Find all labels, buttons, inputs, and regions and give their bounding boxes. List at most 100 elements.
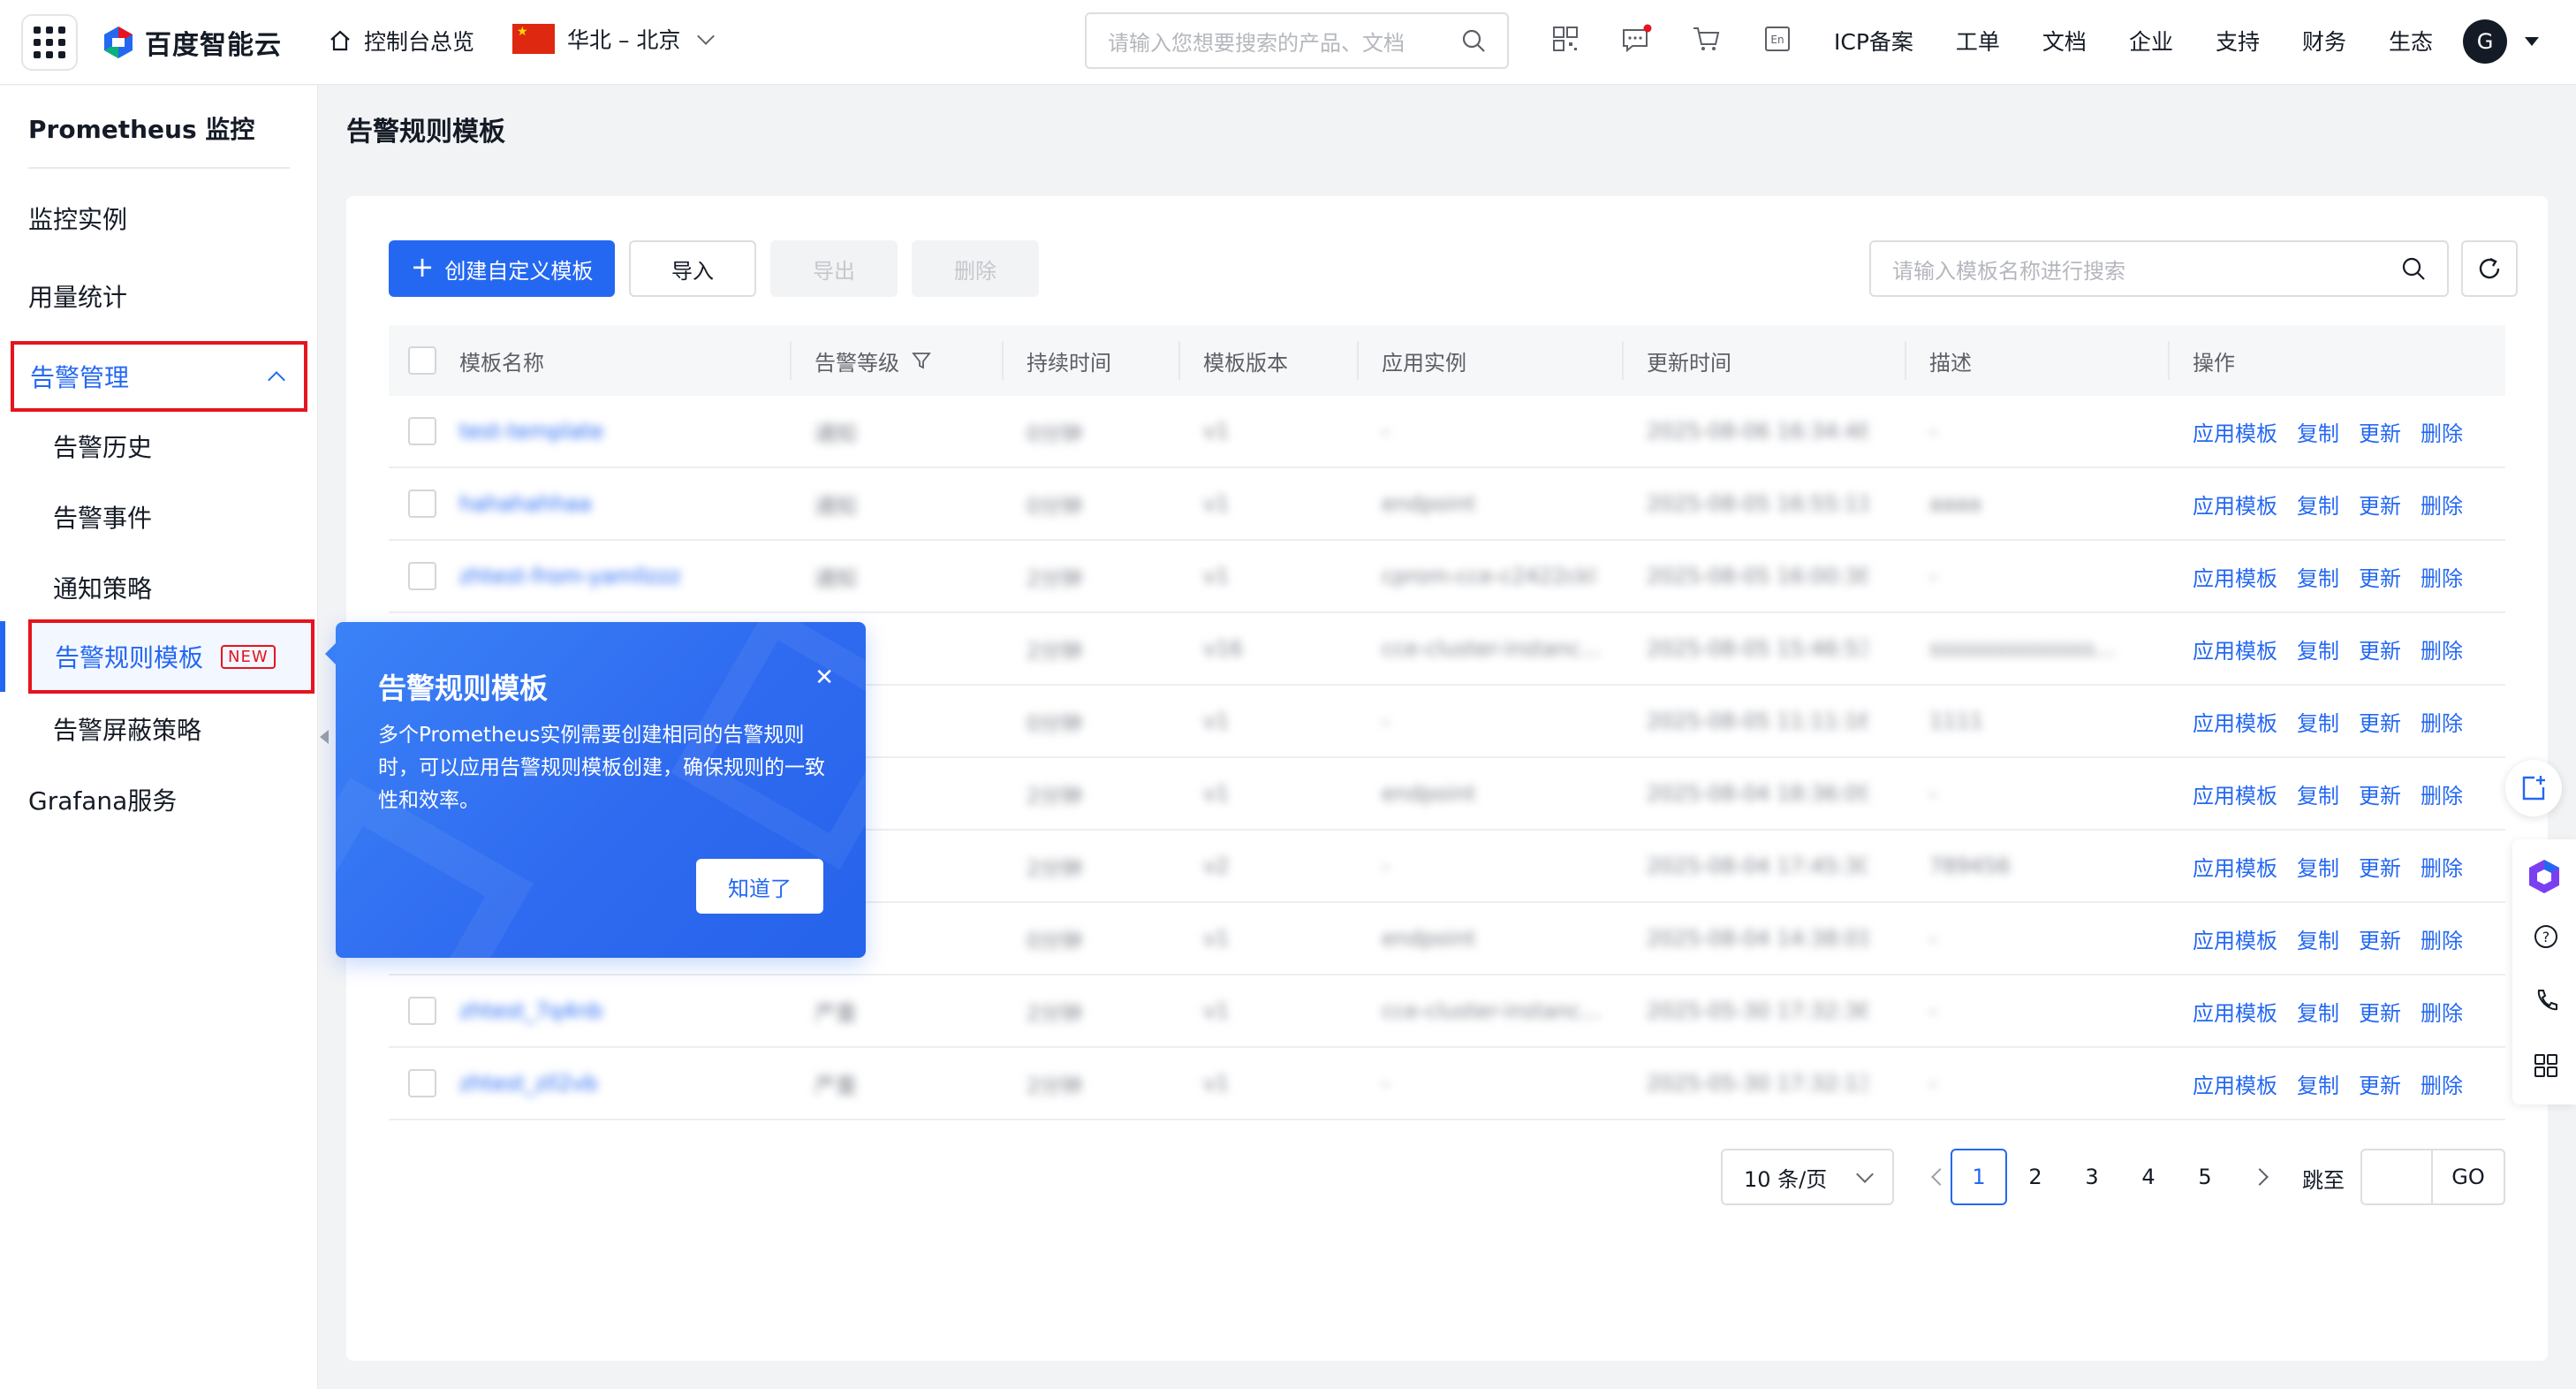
sidebar-item-alert-silence[interactable]: 告警屏蔽策略 bbox=[53, 711, 201, 747]
cell-template-name[interactable]: hahahahhaa bbox=[459, 468, 592, 539]
update-link[interactable]: 更新 bbox=[2359, 851, 2401, 882]
sidebar-item-alert-events[interactable]: 告警事件 bbox=[53, 499, 152, 535]
baidu-cloud-logo[interactable]: 百度智能云 bbox=[101, 21, 282, 64]
sidebar-item-alert-rule-template[interactable]: 告警规则模板 NEW bbox=[28, 619, 314, 694]
update-link[interactable]: 更新 bbox=[2359, 634, 2401, 664]
export-button[interactable]: 导出 bbox=[770, 240, 898, 297]
feedback-button[interactable] bbox=[2505, 760, 2562, 816]
page-button-5[interactable]: 5 bbox=[2177, 1149, 2233, 1205]
copy-link[interactable]: 复制 bbox=[2297, 561, 2339, 592]
popover-got-it-button[interactable]: 知道了 bbox=[696, 859, 823, 914]
import-button[interactable]: 导入 bbox=[629, 240, 756, 297]
delete-link[interactable]: 删除 bbox=[2421, 851, 2463, 882]
close-icon[interactable]: ✕ bbox=[814, 664, 834, 691]
page-button-4[interactable]: 4 bbox=[2120, 1149, 2177, 1205]
row-checkbox[interactable] bbox=[408, 1069, 436, 1097]
delete-link[interactable]: 删除 bbox=[2421, 778, 2463, 809]
sidebar-collapse-icon[interactable] bbox=[320, 730, 329, 744]
message-icon[interactable] bbox=[1620, 23, 1652, 55]
row-checkbox[interactable] bbox=[408, 562, 436, 590]
copy-link[interactable]: 复制 bbox=[2297, 1068, 2339, 1099]
apply-template-link[interactable]: 应用模板 bbox=[2193, 634, 2277, 664]
row-checkbox[interactable] bbox=[408, 490, 436, 518]
copy-link[interactable]: 复制 bbox=[2297, 489, 2339, 520]
apply-template-link[interactable]: 应用模板 bbox=[2193, 1068, 2277, 1099]
global-search-input[interactable]: 请输入您想要搜索的产品、文档 bbox=[1085, 12, 1509, 69]
copy-link[interactable]: 复制 bbox=[2297, 851, 2339, 882]
template-search-input[interactable]: 请输入模板名称进行搜索 bbox=[1869, 240, 2449, 297]
refresh-button[interactable] bbox=[2461, 240, 2518, 297]
caret-down-icon[interactable] bbox=[2525, 37, 2539, 46]
search-icon[interactable] bbox=[1461, 28, 1486, 53]
region-selector[interactable]: 华北 – 北京 bbox=[512, 23, 716, 55]
top-link-ticket[interactable]: 工单 bbox=[1956, 25, 2000, 57]
apply-template-link[interactable]: 应用模板 bbox=[2193, 489, 2277, 520]
update-link[interactable]: 更新 bbox=[2359, 489, 2401, 520]
search-icon[interactable] bbox=[2401, 256, 2426, 281]
apply-template-link[interactable]: 应用模板 bbox=[2193, 923, 2277, 954]
next-page-button[interactable] bbox=[2231, 1149, 2288, 1205]
apply-template-link[interactable]: 应用模板 bbox=[2193, 706, 2277, 737]
batch-delete-button[interactable]: 删除 bbox=[912, 240, 1039, 297]
sidebar-item-notify-policy[interactable]: 通知策略 bbox=[53, 570, 152, 605]
language-icon[interactable]: En bbox=[1762, 23, 1793, 55]
update-link[interactable]: 更新 bbox=[2359, 923, 2401, 954]
phone-icon[interactable] bbox=[2532, 986, 2560, 1014]
sidebar-item-monitor-instances[interactable]: 监控实例 bbox=[28, 201, 127, 236]
app-menu-button[interactable] bbox=[21, 14, 78, 71]
top-link-icp[interactable]: ICP备案 bbox=[1834, 25, 1913, 57]
jump-page-input[interactable] bbox=[2360, 1149, 2431, 1205]
update-link[interactable]: 更新 bbox=[2359, 1068, 2401, 1099]
delete-link[interactable]: 删除 bbox=[2421, 561, 2463, 592]
copy-link[interactable]: 复制 bbox=[2297, 634, 2339, 664]
update-link[interactable]: 更新 bbox=[2359, 996, 2401, 1027]
apply-template-link[interactable]: 应用模板 bbox=[2193, 996, 2277, 1027]
top-link-support[interactable]: 支持 bbox=[2216, 25, 2260, 57]
console-home-link[interactable]: 控制台总览 bbox=[329, 25, 474, 57]
create-template-button[interactable]: + 创建自定义模板 bbox=[389, 240, 615, 297]
apply-template-link[interactable]: 应用模板 bbox=[2193, 778, 2277, 809]
qrcode-icon[interactable] bbox=[1549, 23, 1581, 55]
go-button[interactable]: GO bbox=[2431, 1149, 2505, 1205]
copy-link[interactable]: 复制 bbox=[2297, 923, 2339, 954]
delete-link[interactable]: 删除 bbox=[2421, 996, 2463, 1027]
sidebar-item-alert-history[interactable]: 告警历史 bbox=[53, 429, 152, 464]
update-link[interactable]: 更新 bbox=[2359, 778, 2401, 809]
delete-link[interactable]: 删除 bbox=[2421, 923, 2463, 954]
apply-template-link[interactable]: 应用模板 bbox=[2193, 561, 2277, 592]
update-link[interactable]: 更新 bbox=[2359, 561, 2401, 592]
filter-icon[interactable] bbox=[912, 351, 931, 370]
delete-link[interactable]: 删除 bbox=[2421, 489, 2463, 520]
top-link-ecosystem[interactable]: 生态 bbox=[2389, 25, 2433, 57]
cell-template-name[interactable]: test-template bbox=[459, 396, 603, 467]
cell-template-name[interactable]: zhtest_zll2vb bbox=[459, 1048, 598, 1119]
apps-icon[interactable] bbox=[2532, 1051, 2560, 1080]
cell-template-name[interactable]: zhtest-from-yamlIzzzzzz bbox=[459, 541, 680, 611]
sidebar-item-usage-stats[interactable]: 用量统计 bbox=[28, 278, 127, 314]
copy-link[interactable]: 复制 bbox=[2297, 996, 2339, 1027]
update-link[interactable]: 更新 bbox=[2359, 706, 2401, 737]
page-button-2[interactable]: 2 bbox=[2007, 1149, 2064, 1205]
cart-icon[interactable] bbox=[1691, 23, 1723, 55]
top-link-enterprise[interactable]: 企业 bbox=[2129, 25, 2173, 57]
sidebar-item-grafana[interactable]: Grafana服务 bbox=[28, 782, 177, 817]
delete-link[interactable]: 删除 bbox=[2421, 1068, 2463, 1099]
sidebar-group-alert-management[interactable]: 告警管理 bbox=[11, 341, 307, 412]
copy-link[interactable]: 复制 bbox=[2297, 778, 2339, 809]
delete-link[interactable]: 删除 bbox=[2421, 706, 2463, 737]
delete-link[interactable]: 删除 bbox=[2421, 416, 2463, 447]
select-all-checkbox[interactable] bbox=[408, 346, 436, 375]
page-size-select[interactable]: 10 条/页 bbox=[1721, 1149, 1894, 1205]
top-link-finance[interactable]: 财务 bbox=[2302, 25, 2346, 57]
page-button-1[interactable]: 1 bbox=[1951, 1149, 2007, 1205]
row-checkbox[interactable] bbox=[408, 417, 436, 445]
cell-template-name[interactable]: zhtest_7q4nb bbox=[459, 975, 602, 1046]
copy-link[interactable]: 复制 bbox=[2297, 416, 2339, 447]
delete-link[interactable]: 删除 bbox=[2421, 634, 2463, 664]
row-checkbox[interactable] bbox=[408, 997, 436, 1025]
page-button-3[interactable]: 3 bbox=[2064, 1149, 2120, 1205]
copy-link[interactable]: 复制 bbox=[2297, 706, 2339, 737]
apply-template-link[interactable]: 应用模板 bbox=[2193, 851, 2277, 882]
apply-template-link[interactable]: 应用模板 bbox=[2193, 416, 2277, 447]
ai-assistant-icon[interactable] bbox=[2521, 854, 2567, 899]
